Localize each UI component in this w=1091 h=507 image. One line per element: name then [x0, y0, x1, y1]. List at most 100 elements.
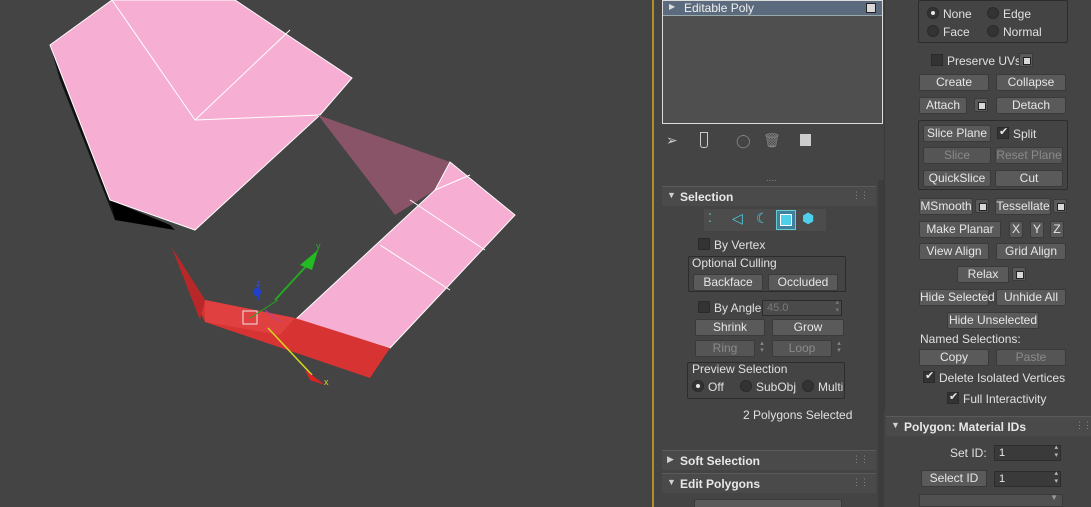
ring-button[interactable]: Ring [695, 340, 755, 357]
constraint-face-radio[interactable] [927, 25, 939, 37]
rollout-material-ids[interactable]: ▼ Polygon: Material IDs ⋮⋮ [886, 416, 1091, 436]
hide-selected-button[interactable]: Hide Selected [919, 289, 995, 306]
grip-icon: ⋮⋮ [1075, 420, 1091, 430]
create-button[interactable]: Create [919, 74, 989, 91]
expand-arrow-icon[interactable]: ▶ [669, 2, 675, 11]
preview-multi-label: Multi [818, 380, 844, 394]
set-id-spinner[interactable]: 1 [994, 444, 1061, 461]
tessellate-settings-icon[interactable] [1053, 199, 1067, 213]
ring-spinner[interactable]: ▴ ▾ [757, 340, 767, 355]
by-angle-label: By Angle: [714, 301, 765, 315]
shrink-button[interactable]: Shrink [695, 319, 765, 336]
preview-subobj-radio[interactable] [740, 380, 752, 392]
chevron-down-icon: ▼ [1050, 493, 1058, 502]
modifier-stack-item[interactable]: ▶ Editable Poly [663, 1, 882, 16]
selection-level-bar: ⁚ ◁ ☾ ⬢ [704, 209, 826, 231]
by-angle-checkbox[interactable] [698, 301, 710, 313]
split-checkbox[interactable] [997, 125, 1009, 139]
occluded-button[interactable]: Occluded [768, 274, 838, 291]
unhide-all-button[interactable]: Unhide All [996, 289, 1066, 306]
rollout-soft-selection[interactable]: ▶ Soft Selection ⋮⋮ [662, 450, 876, 470]
preview-multi-radio[interactable] [802, 380, 814, 392]
polygon-level-icon[interactable] [776, 210, 796, 230]
loop-spinner[interactable]: ▴ ▾ [834, 340, 844, 355]
collapse-arrow-icon: ▼ [667, 477, 676, 487]
reset-plane-button[interactable]: Reset Plane [995, 147, 1063, 164]
modifier-stack-list[interactable]: ▶ Editable Poly [662, 0, 883, 124]
constraint-edge-label: Edge [1003, 7, 1032, 21]
scene-mesh[interactable]: y x z [0, 0, 652, 507]
select-id-spinner[interactable]: 1 [994, 470, 1061, 487]
constraint-edge-radio[interactable] [987, 7, 999, 19]
constraint-none-label: None [943, 7, 972, 21]
loop-button[interactable]: Loop [772, 340, 832, 357]
make-unique-icon[interactable]: ◯ [736, 133, 751, 149]
full-interactivity-checkbox[interactable] [947, 390, 959, 404]
material-name-dropdown[interactable]: ▼ [919, 493, 1063, 507]
select-id-button[interactable]: Select ID [921, 470, 987, 487]
insert-vertex-button[interactable] [694, 499, 842, 507]
cut-button[interactable]: Cut [995, 170, 1063, 187]
vertex-level-icon[interactable]: ⁚ [708, 211, 712, 225]
splitter-handle[interactable]: ···· [766, 176, 777, 185]
gizmo-y-label: y [316, 241, 321, 251]
make-planar-button[interactable]: Make Planar [919, 221, 1001, 238]
selection-status-text: 2 Polygons Selected [743, 408, 853, 422]
preview-off-radio[interactable] [692, 380, 704, 392]
stack-toolbar: ➢ ◯ 🗑 [662, 132, 832, 152]
msmooth-button[interactable]: MSmooth [919, 198, 973, 215]
border-level-icon[interactable]: ☾ [756, 210, 769, 227]
relax-settings-icon[interactable] [1012, 267, 1026, 281]
by-vertex-checkbox[interactable] [698, 238, 710, 250]
split-label: Split [1013, 127, 1037, 141]
modifier-toggle-icon[interactable] [866, 3, 876, 13]
preview-off-label: Off [708, 380, 724, 394]
delete-isolated-checkbox[interactable] [923, 369, 935, 383]
planar-x-button[interactable]: X [1009, 221, 1023, 238]
remove-modifier-icon[interactable]: 🗑 [763, 132, 781, 149]
show-end-result-icon[interactable] [700, 132, 708, 148]
by-angle-spinner[interactable]: 45.0 [762, 299, 842, 316]
detach-button[interactable]: Detach [996, 97, 1066, 114]
by-vertex-label: By Vertex [714, 238, 766, 252]
slice-plane-button[interactable]: Slice Plane [923, 125, 991, 142]
configure-sets-icon[interactable] [799, 133, 812, 147]
viewport[interactable]: y x z [0, 0, 652, 507]
expand-arrow-icon: ▶ [667, 454, 674, 464]
gizmo-x-label: x [324, 377, 329, 387]
selection-body: ⁚ ◁ ☾ ⬢ By Vertex Optional Culling Backf… [662, 206, 876, 446]
rollout-edit-polygons[interactable]: ▼ Edit Polygons ⋮⋮ [662, 473, 876, 493]
gizmo-z-label: z [256, 278, 261, 288]
edge-level-icon[interactable]: ◁ [732, 210, 743, 227]
paste-button[interactable]: Paste [996, 349, 1066, 366]
pin-stack-icon[interactable]: ➢ [666, 132, 678, 149]
planar-z-button[interactable]: Z [1050, 221, 1064, 238]
element-level-icon[interactable]: ⬢ [802, 210, 814, 227]
tessellate-button[interactable]: Tessellate [995, 198, 1051, 215]
edit-geometry-body: None Edge Face Normal Preserve UVs Creat… [884, 0, 1091, 412]
rollout-selection[interactable]: ▼ Selection ⋮⋮ [662, 186, 876, 206]
view-align-button[interactable]: View Align [919, 243, 989, 260]
quickslice-button[interactable]: QuickSlice [923, 170, 991, 187]
msmooth-settings-icon[interactable] [975, 199, 989, 213]
backface-button[interactable]: Backface [693, 274, 763, 291]
slice-button[interactable]: Slice [923, 147, 991, 164]
grid-align-button[interactable]: Grid Align [996, 243, 1066, 260]
collapse-button[interactable]: Collapse [996, 74, 1066, 91]
attach-settings-icon[interactable] [974, 98, 988, 112]
constraint-normal-radio[interactable] [987, 25, 999, 37]
optional-culling-label: Optional Culling [692, 256, 777, 270]
hide-unselected-button[interactable]: Hide Unselected [947, 312, 1039, 329]
planar-y-button[interactable]: Y [1030, 221, 1044, 238]
relax-button[interactable]: Relax [957, 266, 1009, 283]
preserve-uvs-settings-icon[interactable] [1019, 53, 1033, 67]
full-interactivity-label: Full Interactivity [963, 392, 1047, 406]
grow-button[interactable]: Grow [772, 319, 844, 336]
rollout-edit-polygons-title: Edit Polygons [680, 477, 761, 491]
constraint-none-radio[interactable] [927, 7, 939, 19]
attach-button[interactable]: Attach [919, 97, 967, 114]
constraint-normal-label: Normal [1003, 25, 1042, 39]
rollout-soft-selection-title: Soft Selection [680, 454, 761, 468]
copy-button[interactable]: Copy [919, 349, 989, 366]
preserve-uvs-checkbox[interactable] [931, 54, 943, 66]
